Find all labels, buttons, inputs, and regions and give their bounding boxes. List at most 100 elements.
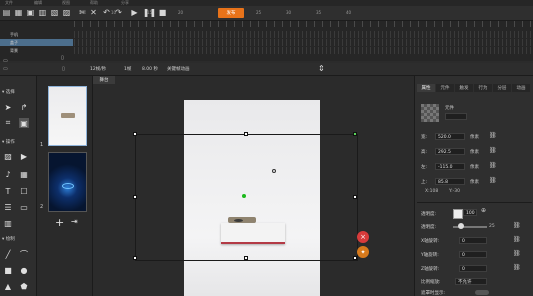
section-operate: ▾ 操作 xyxy=(2,140,15,145)
open-icon[interactable]: ▦ xyxy=(14,8,23,17)
import-icon[interactable]: ▨ xyxy=(62,8,71,17)
chart-tool-icon[interactable]: ▥ xyxy=(3,218,13,228)
ruler-tick: 30 xyxy=(286,10,292,15)
curve-tool-icon[interactable]: ⌒ xyxy=(19,249,29,259)
resize-handle[interactable] xyxy=(133,256,137,260)
link-icon[interactable]: ⛓ xyxy=(489,162,497,169)
z-rot-input[interactable]: 0 xyxy=(459,265,487,272)
stop-icon[interactable]: ■ xyxy=(158,8,167,17)
tab-elements[interactable]: 元件 xyxy=(436,84,454,92)
frame-tool-icon[interactable]: ▣ xyxy=(19,118,29,128)
undo-icon[interactable]: ↶ xyxy=(102,8,111,17)
rectangle-tool-icon[interactable]: ■ xyxy=(3,265,13,275)
input-tool-icon[interactable]: ▭ xyxy=(19,202,29,212)
time-readout: 8.00 秒 xyxy=(142,67,158,72)
add-page-icon[interactable]: + xyxy=(55,216,64,229)
fps-readout: 12帧/秒 xyxy=(90,67,107,72)
delete-icon[interactable]: ✕ xyxy=(89,8,98,17)
color-value-input[interactable]: 100 xyxy=(463,209,477,216)
image-icon[interactable]: ▨ xyxy=(3,151,13,161)
triangle-tool-icon[interactable]: ▲ xyxy=(3,281,13,291)
tab-animation[interactable]: 动画 xyxy=(512,84,530,92)
ellipse-tool-icon[interactable]: ● xyxy=(19,265,29,275)
layer-row[interactable]: 背景 xyxy=(0,47,73,54)
path-select-icon[interactable]: ↱ xyxy=(19,102,29,112)
new-file-icon[interactable]: ▤ xyxy=(2,8,11,17)
ruler-tick: 40 xyxy=(346,10,352,15)
anchor-point[interactable] xyxy=(242,194,246,198)
tab-behavior[interactable]: 行为 xyxy=(474,84,492,92)
selection-box[interactable] xyxy=(133,132,358,261)
top-input[interactable]: 85.8 xyxy=(435,178,465,185)
ruler-tick: 10 xyxy=(111,10,117,15)
height-input[interactable]: 292.5 xyxy=(435,148,465,155)
save-as-icon[interactable]: ▥ xyxy=(38,8,47,17)
link-icon[interactable]: ⛓ xyxy=(489,177,497,184)
color-picker-icon[interactable]: ⊕ xyxy=(481,207,486,214)
link-icon[interactable]: ⛓ xyxy=(513,264,521,271)
y-rot-input[interactable]: 0 xyxy=(459,251,487,258)
resize-handle[interactable] xyxy=(244,256,248,260)
stage-tab[interactable]: 舞台 xyxy=(93,76,115,84)
layer-row-selected[interactable]: 盖子 xyxy=(0,39,73,46)
select-arrow-icon[interactable]: ➤ xyxy=(3,102,13,112)
text-tool[interactable]: T xyxy=(3,186,13,196)
resize-handle[interactable] xyxy=(244,132,248,136)
link-icon[interactable]: ⛓ xyxy=(513,250,521,257)
resize-handle[interactable] xyxy=(133,132,137,136)
line-tool-icon[interactable]: ╱ xyxy=(3,249,13,259)
color-swatch[interactable] xyxy=(453,209,463,219)
left-input[interactable]: -115.0 xyxy=(435,163,465,170)
export-icon[interactable]: ▧ xyxy=(50,8,59,17)
list-tool-icon[interactable]: ☰ xyxy=(3,202,13,212)
left-unit: 像素 xyxy=(470,165,479,170)
page-thumbnail-2[interactable] xyxy=(48,152,87,212)
animation-icon[interactable]: ✦ xyxy=(357,246,369,258)
page-thumbnail-1[interactable] xyxy=(48,86,87,146)
crop-icon[interactable]: ⌗ xyxy=(3,118,13,128)
width-input[interactable]: 520.0 xyxy=(435,133,465,140)
layer-frames[interactable] xyxy=(74,31,533,38)
resize-handle[interactable] xyxy=(353,256,357,260)
link-icon[interactable]: ⛓ xyxy=(513,222,521,229)
save-icon[interactable]: ▣ xyxy=(26,8,35,17)
tab-properties[interactable]: 属性 xyxy=(417,84,435,92)
tab-triggers[interactable]: 触发 xyxy=(455,84,473,92)
ruler-tick: 25 xyxy=(256,10,262,15)
status-bar: ▭ ▯ 12帧/秒 1帧 8.00 秒 关键帧动画 ⇕ xyxy=(0,63,533,76)
audio-icon[interactable]: ♪ xyxy=(3,169,13,179)
publish-button[interactable]: 发布 xyxy=(218,8,244,18)
x-rot-input[interactable]: 0 xyxy=(459,237,487,244)
ruler-tick: 35 xyxy=(316,10,322,15)
layer-frames[interactable] xyxy=(74,47,533,54)
layer-name: 盖子 xyxy=(10,40,18,45)
video-icon[interactable]: ▦ xyxy=(19,169,29,179)
resize-handle[interactable] xyxy=(353,195,357,199)
rotate-handle[interactable] xyxy=(353,132,357,136)
ratio-select[interactable]: 不允许 xyxy=(455,278,487,285)
folder-icon[interactable]: ▯ xyxy=(62,66,65,72)
polygon-tool-icon[interactable]: ⬟ xyxy=(19,281,29,291)
timeline-ruler[interactable] xyxy=(74,21,533,27)
thumb-ring xyxy=(62,183,74,189)
play-media-icon[interactable]: ▶ xyxy=(19,151,29,161)
layer-frames[interactable] xyxy=(74,39,533,46)
page-number: 1 xyxy=(40,142,44,148)
layer-add-icon[interactable]: ▭ xyxy=(3,66,8,72)
opacity-slider-thumb[interactable] xyxy=(458,223,464,229)
link-icon[interactable]: ⛓ xyxy=(489,147,497,154)
mask-toggle[interactable] xyxy=(475,290,489,295)
link-icon[interactable]: ⛓ xyxy=(513,236,521,243)
delete-layer-icon[interactable]: ▯ xyxy=(61,55,64,61)
element-name-field[interactable] xyxy=(445,113,467,120)
link-icon[interactable]: ⛓ xyxy=(489,132,497,139)
center-point[interactable] xyxy=(272,169,276,173)
delete-element-icon[interactable]: × xyxy=(357,231,369,243)
tab-layers[interactable]: 分层 xyxy=(493,84,511,92)
import-page-icon[interactable]: ⇥ xyxy=(71,217,78,226)
play-icon[interactable]: ▶ xyxy=(130,8,139,17)
resize-handle[interactable] xyxy=(133,195,137,199)
layer-row[interactable]: 手机 xyxy=(0,31,73,38)
coord-y: Y:-30 xyxy=(449,189,461,194)
button-tool-icon[interactable]: ☐ xyxy=(19,186,29,196)
